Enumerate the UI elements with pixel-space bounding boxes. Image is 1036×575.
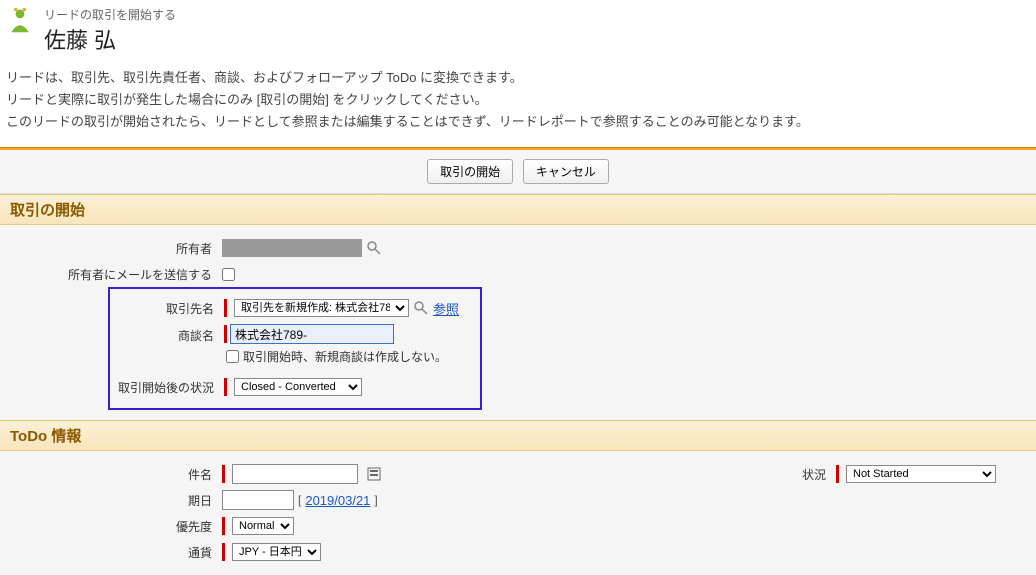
required-marker — [222, 465, 225, 483]
page-title: 佐藤 弘 — [44, 23, 176, 55]
intro-line-3: このリードの取引が開始されたら、リードとして参照または編集することはできず、リー… — [6, 111, 1030, 133]
currency-label: 通貨 — [0, 544, 222, 561]
due-date-link[interactable]: 2019/03/21 — [305, 493, 370, 508]
lead-icon — [6, 6, 34, 34]
due-date-bracket-close: ] — [374, 493, 377, 507]
no-new-opportunity-label: 取引開始時、新規商談は作成しない。 — [243, 348, 447, 365]
intro-text: リードは、取引先、取引先責任者、商談、およびフォローアップ ToDo に変換でき… — [0, 59, 1036, 147]
subject-combo-icon[interactable] — [366, 466, 382, 482]
post-status-label: 取引開始後の状況 — [110, 379, 224, 396]
page-subtitle: リードの取引を開始する — [44, 6, 176, 23]
account-name-label: 取引先名 — [110, 300, 224, 317]
due-date-label: 期日 — [0, 492, 222, 509]
highlight-frame: 取引先名 取引先を新規作成: 株式会社789 参照 商談名 — [108, 287, 482, 410]
due-date-input[interactable] — [222, 490, 294, 510]
intro-line-2: リードと実際に取引が発生した場合にのみ [取引の開始] をクリックしてください。 — [6, 89, 1030, 111]
section-header-start: 取引の開始 — [0, 194, 1036, 225]
opportunity-name-input[interactable] — [230, 324, 394, 344]
account-reference-link[interactable]: 参照 — [433, 299, 459, 318]
send-mail-label: 所有者にメールを送信する — [0, 266, 222, 283]
intro-line-1: リードは、取引先、取引先責任者、商談、およびフォローアップ ToDo に変換でき… — [6, 67, 1030, 89]
no-new-opportunity-checkbox[interactable] — [226, 350, 239, 363]
subject-input[interactable] — [232, 464, 358, 484]
status-label: 状況 — [802, 466, 836, 483]
owner-value-redacted — [222, 239, 362, 257]
currency-select[interactable]: JPY - 日本円 — [232, 543, 321, 561]
account-lookup-icon[interactable] — [413, 300, 429, 316]
owner-lookup-icon[interactable] — [366, 240, 382, 256]
required-marker — [222, 543, 225, 561]
post-status-select[interactable]: Closed - Converted — [234, 378, 362, 396]
opportunity-name-label: 商談名 — [110, 324, 224, 344]
required-marker — [224, 325, 227, 343]
priority-select[interactable]: Normal — [232, 517, 294, 535]
required-marker — [224, 299, 227, 317]
status-select[interactable]: Not Started — [846, 465, 996, 483]
priority-label: 優先度 — [0, 518, 222, 535]
account-name-select[interactable]: 取引先を新規作成: 株式会社789 — [234, 299, 409, 317]
section-header-todo: ToDo 情報 — [0, 420, 1036, 451]
due-date-bracket-open: [ — [298, 493, 301, 507]
start-convert-button[interactable]: 取引の開始 — [427, 159, 513, 184]
send-mail-checkbox[interactable] — [222, 268, 235, 281]
required-marker — [224, 378, 227, 396]
cancel-button[interactable]: キャンセル — [523, 159, 609, 184]
subject-label: 件名 — [0, 466, 222, 483]
required-marker — [222, 517, 225, 535]
required-marker — [836, 465, 839, 483]
owner-label: 所有者 — [0, 240, 222, 257]
